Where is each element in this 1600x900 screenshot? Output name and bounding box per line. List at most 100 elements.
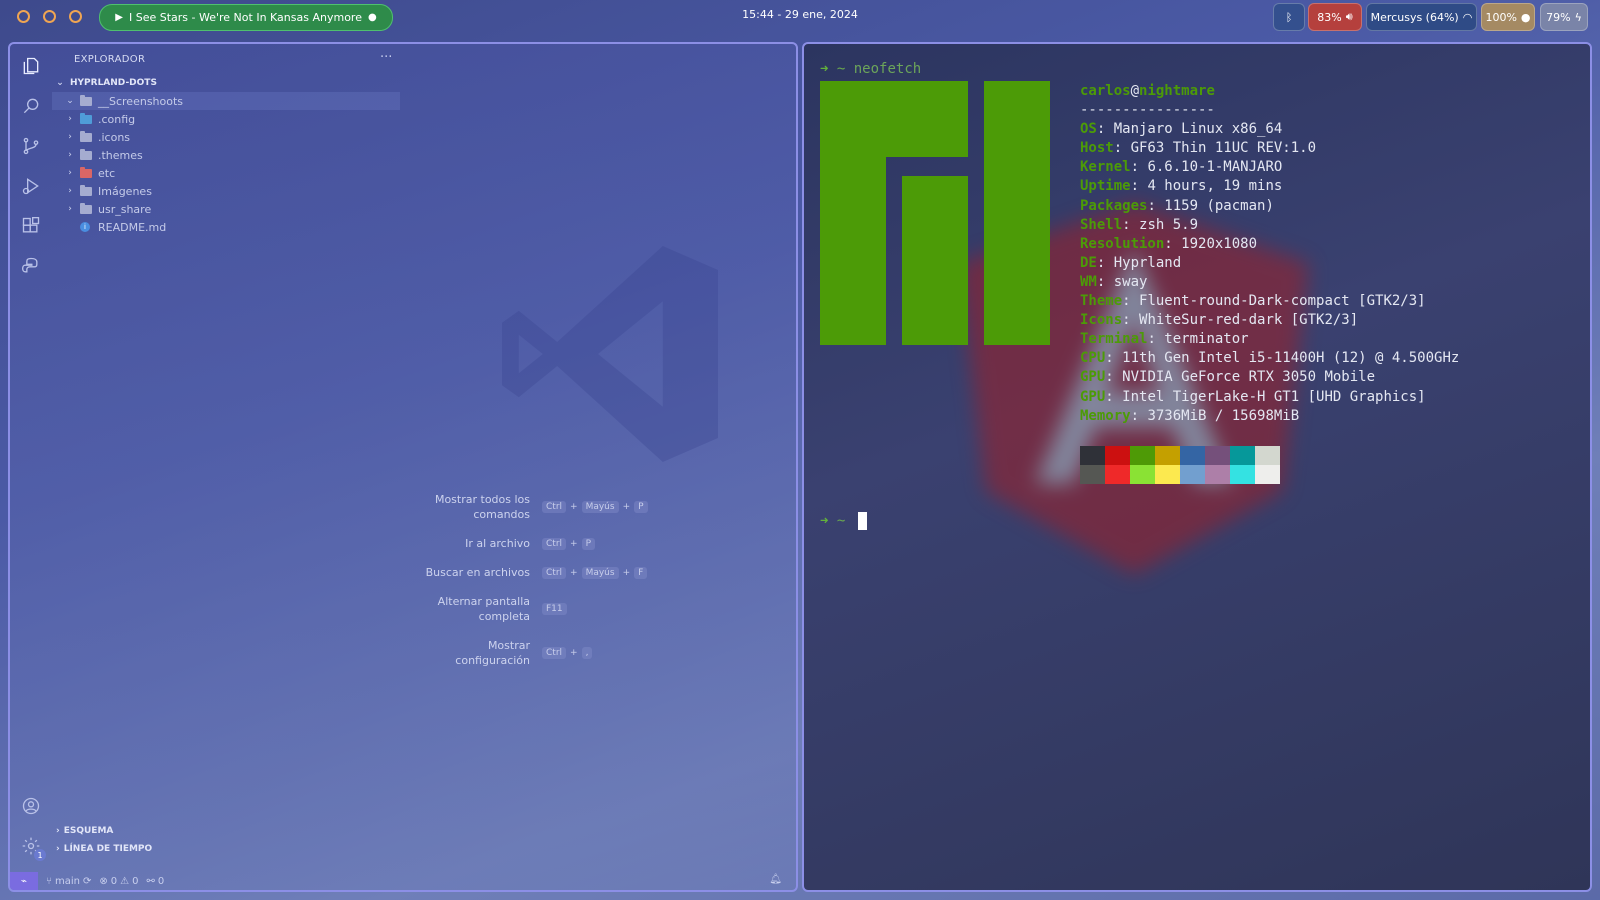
info-line-terminal: Terminal: terminator xyxy=(1080,331,1249,348)
palette-swatch xyxy=(1230,446,1255,465)
palette-swatch xyxy=(1105,446,1130,465)
palette-swatch xyxy=(1130,446,1155,465)
workspace-1-button[interactable] xyxy=(17,10,30,23)
neofetch-info: carlos@nightmare ---------------- OS: Ma… xyxy=(1080,82,1459,426)
prompt-cwd: ~ xyxy=(836,513,846,529)
kbd-key: Mayús xyxy=(581,501,619,513)
problems-status[interactable]: ⊗ 0 ⚠ 0 xyxy=(99,876,138,887)
prompt-cwd: ~ xyxy=(836,61,846,77)
explorer-title: EXPLORADOR xyxy=(74,54,146,65)
info-line-gpu: GPU: Intel TigerLake-H GT1 [UHD Graphics… xyxy=(1080,388,1426,405)
hint-go-to-file: Ir al archivo Ctrl + P xyxy=(410,536,597,551)
timeline-section[interactable]: › LÍNEA DE TIEMPO xyxy=(56,844,152,854)
ports-status[interactable]: ⚯ 0 xyxy=(147,876,165,887)
chevron-right-icon: › xyxy=(56,826,60,836)
branch-status[interactable]: ⑂ main ⟳ xyxy=(46,876,91,887)
explorer-icon[interactable] xyxy=(19,54,43,78)
play-icon[interactable]: ▶ xyxy=(115,12,123,23)
branch-icon: ⑂ xyxy=(46,875,52,887)
notifications-bell-icon[interactable]: 🔔︎ xyxy=(769,874,782,885)
palette-swatch xyxy=(1080,446,1105,465)
vscode-logo-icon xyxy=(502,246,718,462)
sync-icon: ⟳ xyxy=(83,875,92,887)
workspace-2-button[interactable] xyxy=(43,10,56,23)
tree-item-label: .config xyxy=(98,112,136,126)
remote-icon[interactable]: ⌁ xyxy=(10,872,38,890)
workspace-3-button[interactable] xyxy=(69,10,82,23)
prompt-line-1: ➜ ~ neofetch xyxy=(820,61,921,77)
prompt-arrow: ➜ xyxy=(820,61,829,77)
more-actions-icon[interactable]: ··· xyxy=(380,50,392,65)
kbd-key: Ctrl xyxy=(542,537,567,550)
terminal-cursor xyxy=(857,512,867,530)
palette-swatch xyxy=(1080,465,1105,484)
info-line-de: DE: Hyprland xyxy=(1080,254,1182,271)
bluetooth-button[interactable]: ᛒ xyxy=(1273,3,1305,31)
outline-section[interactable]: › ESQUEMA xyxy=(56,826,113,836)
battery-button[interactable]: 79% ϟ xyxy=(1540,3,1588,31)
ports-icon: ⚯ xyxy=(146,875,155,887)
brightness-button[interactable]: 100% ● xyxy=(1481,3,1535,31)
network-label: Mercusys (64%) xyxy=(1370,10,1459,24)
settings-gear-icon[interactable]: 1 xyxy=(19,834,46,861)
info-icon: i xyxy=(80,222,90,232)
tree-item-config[interactable]: › .config xyxy=(52,110,400,128)
prompt-command: neofetch xyxy=(853,61,922,77)
tree-item-label: __Screenshoots xyxy=(98,94,184,108)
tree-item-etc[interactable]: › etc xyxy=(52,164,400,182)
palette-swatch xyxy=(1105,465,1130,484)
folder-icon xyxy=(80,202,92,214)
hint-label: Mostrar todos los comandos xyxy=(434,493,530,521)
spotify-icon: ● xyxy=(367,12,377,23)
tree-item-imagenes[interactable]: › Imágenes xyxy=(52,182,400,200)
media-player-widget[interactable]: ▶ I See Stars - We're Not In Kansas Anym… xyxy=(99,4,393,31)
chevron-right-icon: › xyxy=(68,186,72,196)
info-line-icons: Icons: WhiteSur-red-dark [GTK2/3] xyxy=(1080,312,1359,329)
kbd-key: F xyxy=(634,566,648,579)
chevron-right-icon: › xyxy=(68,114,72,124)
accounts-icon[interactable] xyxy=(19,794,43,818)
media-title: I See Stars - We're Not In Kansas Anymor… xyxy=(128,11,362,24)
kbd-key: P xyxy=(581,537,595,550)
info-line-gpu: GPU: NVIDIA GeForce RTX 3050 Mobile xyxy=(1080,369,1376,386)
python-icon[interactable] xyxy=(19,254,43,278)
volume-button[interactable]: 83% 🔊︎ xyxy=(1308,3,1362,31)
kbd-key: P xyxy=(634,501,648,513)
palette-swatch xyxy=(1205,446,1230,465)
run-debug-icon[interactable] xyxy=(19,174,43,198)
settings-badge: 1 xyxy=(34,849,46,861)
tree-item-usr-share[interactable]: › usr_share xyxy=(52,200,400,218)
info-line-resolution: Resolution: 1920x1080 xyxy=(1080,235,1258,252)
tree-item-label: README.md xyxy=(98,220,167,234)
info-line-os: OS: Manjaro Linux x86_64 xyxy=(1080,121,1283,138)
brightness-icon: ● xyxy=(1520,10,1531,24)
warnings-count: 0 xyxy=(132,875,139,887)
info-line-shell: Shell: zsh 5.9 xyxy=(1080,216,1199,233)
root-folder[interactable]: ⌄ HYPRLAND-DOTS xyxy=(52,74,400,92)
tree-item-label: .themes xyxy=(98,148,143,162)
source-control-icon[interactable] xyxy=(19,134,43,158)
tree-item-label: Imágenes xyxy=(98,184,152,198)
activity-bar: 1 xyxy=(10,44,52,890)
folder-icon xyxy=(80,148,92,160)
extensions-icon[interactable] xyxy=(19,214,43,238)
network-button[interactable]: Mercusys (64%) ◠ xyxy=(1366,3,1477,31)
tree-item-themes[interactable]: › .themes xyxy=(52,146,400,164)
user-host-line: carlos@nightmare xyxy=(1080,83,1215,99)
clock[interactable]: 15:44 - 29 ene, 2024 xyxy=(700,8,900,21)
info-line-uptime: Uptime: 4 hours, 19 mins xyxy=(1080,178,1283,195)
hint-toggle-fullscreen: Alternar pantalla completa F11 xyxy=(410,594,569,624)
tree-item-screenshoots[interactable]: ⌄ __Screenshoots xyxy=(52,92,400,110)
charging-icon: ϟ xyxy=(1574,10,1582,24)
tree-item-readme[interactable]: i README.md xyxy=(52,218,400,236)
hint-show-commands: Mostrar todos los comandos Ctrl + Mayús … xyxy=(410,492,650,522)
hostname: nightmare xyxy=(1139,83,1215,99)
speaker-icon: 🔊︎ xyxy=(1345,10,1353,23)
top-bar: ▶ I See Stars - We're Not In Kansas Anym… xyxy=(0,0,1600,34)
terminal-window[interactable]: ➜ ~ neofetch carlos@nightmare ----------… xyxy=(802,42,1592,892)
search-icon[interactable] xyxy=(19,94,43,118)
vscode-window: 1 EXPLORADOR ··· ⌄ HYPRLAND-DOTS ⌄ __Scr… xyxy=(8,42,798,892)
info-line-wm: WM: sway xyxy=(1080,273,1148,290)
folder-icon xyxy=(80,166,92,178)
tree-item-icons[interactable]: › .icons xyxy=(52,128,400,146)
